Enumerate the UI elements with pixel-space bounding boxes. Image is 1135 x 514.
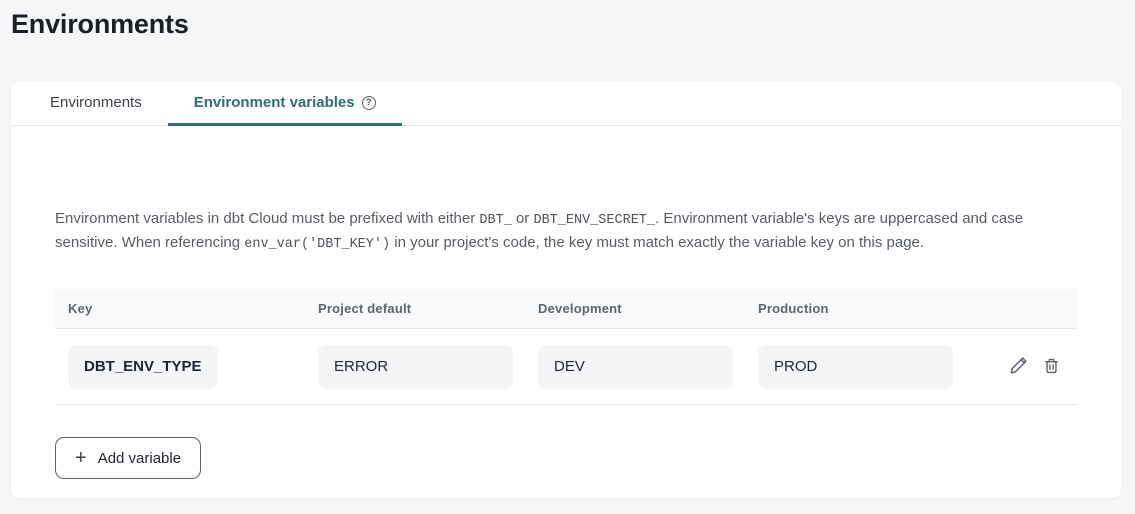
environments-card: Environments Environment variables ? Env… xyxy=(11,82,1121,498)
project-default-value: ERROR xyxy=(318,345,513,389)
plus-icon: + xyxy=(75,448,87,468)
cell-key: DBT_ENV_TYPE xyxy=(55,345,305,389)
column-header-key: Key xyxy=(55,301,305,316)
table-header-row: Key Project default Development Producti… xyxy=(55,289,1077,329)
column-header-project-default: Project default xyxy=(305,301,525,316)
page-title: Environments xyxy=(0,0,1135,40)
table-row: DBT_ENV_TYPE ERROR DEV PROD xyxy=(55,329,1077,405)
cell-actions xyxy=(965,355,1077,378)
code-dbt-prefix: DBT_ xyxy=(479,213,511,228)
description-text: or xyxy=(512,210,534,227)
env-variables-table: Key Project default Development Producti… xyxy=(55,289,1077,405)
add-variable-button[interactable]: + Add variable xyxy=(55,437,201,479)
tab-content: Environment variables in dbt Cloud must … xyxy=(11,208,1121,479)
production-value: PROD xyxy=(758,345,953,389)
code-dbt-env-secret-prefix: DBT_ENV_SECRET_ xyxy=(533,213,655,228)
env-vars-description: Environment variables in dbt Cloud must … xyxy=(55,208,1077,256)
pencil-icon xyxy=(1009,355,1029,378)
development-value: DEV xyxy=(538,345,733,389)
tab-bar: Environments Environment variables ? xyxy=(11,82,1121,126)
cell-development: DEV xyxy=(525,345,745,389)
description-text: Environment variables in dbt Cloud must … xyxy=(55,210,479,227)
edit-variable-button[interactable] xyxy=(1009,355,1029,378)
code-env-var-example: env_var('DBT_KEY') xyxy=(244,237,390,252)
column-header-production: Production xyxy=(745,301,965,316)
cell-project-default: ERROR xyxy=(305,345,525,389)
tab-environment-variables[interactable]: Environment variables ? xyxy=(168,82,402,126)
tab-environments-label: Environments xyxy=(50,94,142,111)
trash-icon xyxy=(1042,356,1061,378)
tab-environment-variables-label: Environment variables xyxy=(194,94,355,111)
variable-key-pill: DBT_ENV_TYPE xyxy=(68,345,218,389)
cell-production: PROD xyxy=(745,345,965,389)
delete-variable-button[interactable] xyxy=(1042,356,1061,378)
help-icon[interactable]: ? xyxy=(362,96,376,110)
column-header-development: Development xyxy=(525,301,745,316)
add-variable-label: Add variable xyxy=(98,450,181,467)
tab-environments[interactable]: Environments xyxy=(24,82,168,126)
description-text: in your project's code, the key must mat… xyxy=(390,234,924,251)
